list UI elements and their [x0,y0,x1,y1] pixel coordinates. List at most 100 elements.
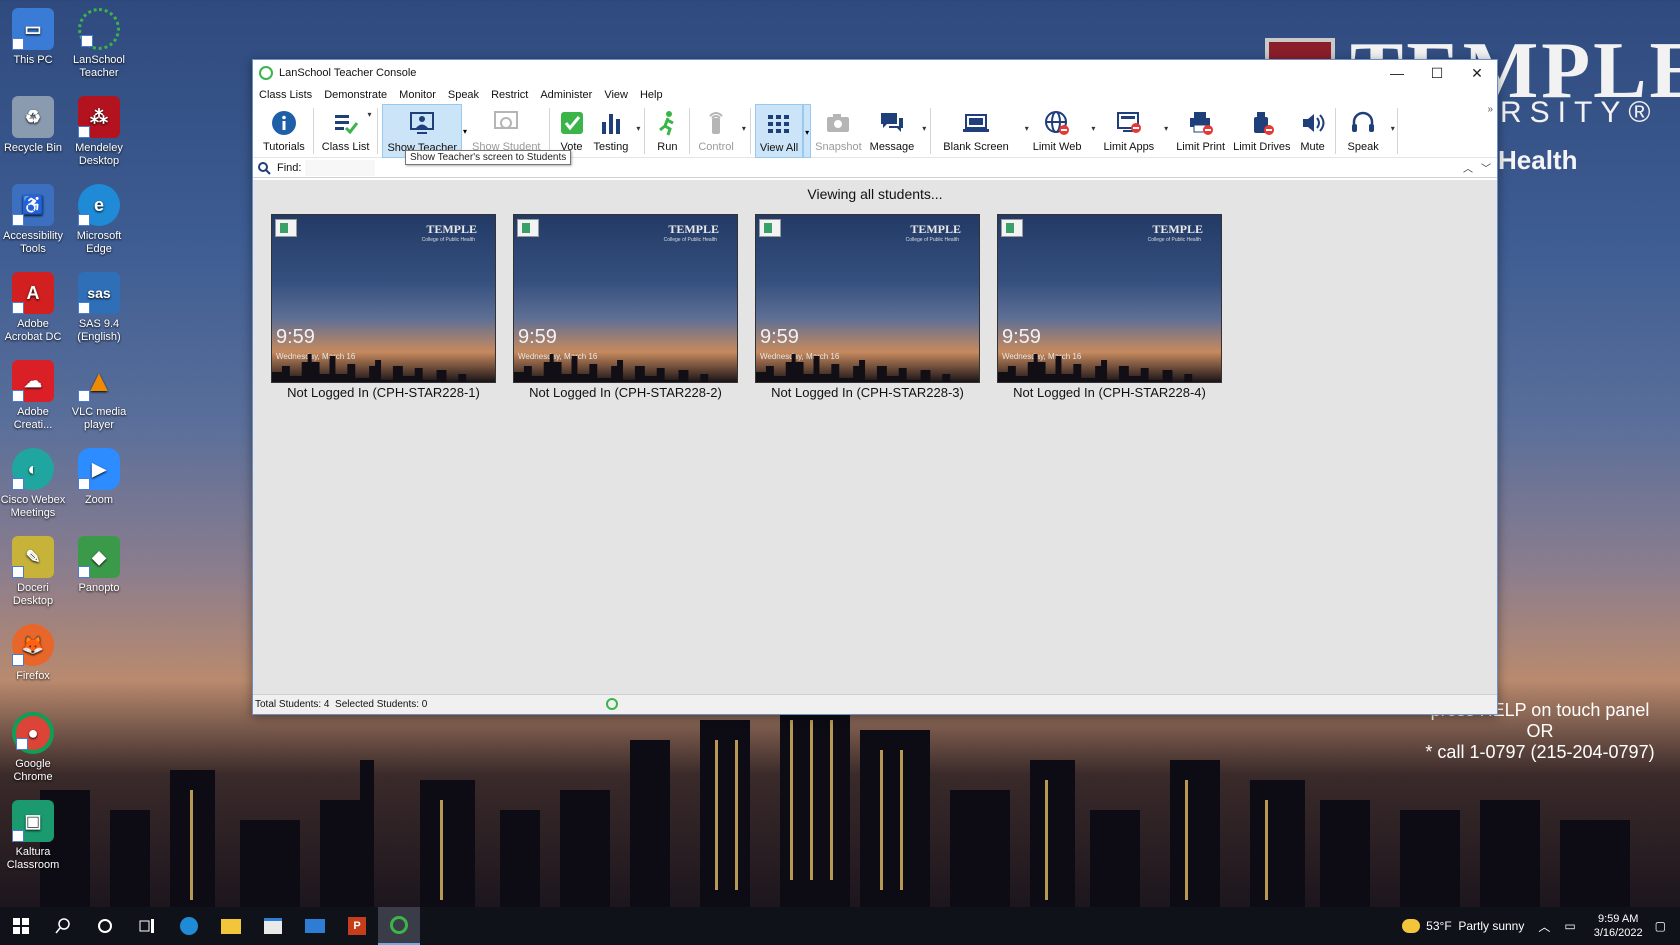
class-list-button[interactable]: Class List ▾ [318,104,374,158]
thumbnail-logo: TEMPLE [426,222,477,236]
chevron-down-icon[interactable]: ▾ [1091,124,1095,133]
start-button[interactable] [0,907,42,945]
student-screen-preview[interactable]: TEMPLE College of Public Health 9:59 Wed… [997,214,1222,383]
minimize-button[interactable]: — [1377,60,1417,86]
desktop-icon-firefox[interactable]: 🦊 Firefox [0,624,69,683]
view-all-button[interactable]: View All [754,104,804,158]
student-screen-preview[interactable]: TEMPLE College of Public Health 9:59 Wed… [513,214,738,383]
desktop-icon-recycle-bin[interactable]: ♻ Recycle Bin [0,96,69,155]
speak-button[interactable]: Speak ▾ [1340,104,1395,158]
thumbnail-time: 9:59 [760,326,799,348]
window-titlebar[interactable]: LanSchool Teacher Console — ☐ ✕ [253,60,1497,86]
menu-monitor[interactable]: Monitor [399,89,436,101]
student-thumbnail[interactable]: TEMPLE College of Public Health 9:59 Wed… [513,214,738,400]
chevron-down-icon[interactable]: ▾ [636,124,640,133]
student-screen-preview[interactable]: TEMPLE College of Public Health 9:59 Wed… [271,214,496,383]
network-icon[interactable]: ▭ [1564,919,1575,933]
taskbar-edge[interactable] [168,907,210,945]
weather-widget[interactable]: 53°F Partly sunny [1402,919,1524,933]
student-thumbnail[interactable]: TEMPLE College of Public Health 9:59 Wed… [997,214,1222,400]
desktop-icon-lanschool-teacher[interactable]: LanSchool Teacher [63,8,135,80]
desktop-icon-microsoft-edge[interactable]: e Microsoft Edge [63,184,135,256]
desktop-icon-label: LanSchool Teacher [73,54,125,79]
task-view-button[interactable] [126,907,168,945]
status-text: Total Students: 4 Selected Students: 0 [255,699,428,710]
chevron-down-icon[interactable]: ﹀ [1481,160,1491,175]
lanschool-status-icon [606,698,618,710]
store-bag-icon [264,918,282,934]
limit-apps-button[interactable]: Limit Apps ▾ [1099,104,1168,158]
desktop-icon-doceri[interactable]: ✎ Doceri Desktop [0,536,69,608]
chevron-down-icon: ▾ [805,128,810,137]
taskbar-file-explorer[interactable] [210,907,252,945]
toolbar-overflow-button[interactable]: » [1487,104,1493,115]
student-name: Not Logged In (CPH-STAR228-3) [771,385,964,400]
desktop-icon-mendeley[interactable]: ⁂ Mendeley Desktop [63,96,135,168]
menu-help[interactable]: Help [640,89,663,101]
menu-demonstrate[interactable]: Demonstrate [324,89,387,101]
taskbar-mail[interactable] [294,907,336,945]
viewing-status-text: Viewing all students... [807,186,943,202]
close-button[interactable]: ✕ [1457,60,1497,86]
maximize-button[interactable]: ☐ [1417,60,1457,86]
taskbar-lanschool[interactable] [378,907,420,945]
desktop-icon-adobe-acrobat[interactable]: A Adobe Acrobat DC [0,272,69,344]
notifications-icon[interactable]: ▢ [1655,919,1666,933]
taskbar-powerpoint[interactable]: P [336,907,378,945]
limit-drives-button[interactable]: Limit Drives [1229,104,1294,158]
student-screen-preview[interactable]: TEMPLE College of Public Health 9:59 Wed… [755,214,980,383]
desktop-icon-label: Accessibility Tools [3,230,63,255]
wallpaper-skyline [40,700,1630,910]
firefox-icon: 🦊 [12,624,54,666]
desktop-icon-panopto[interactable]: ◆ Panopto [63,536,135,595]
desktop-icon-sas[interactable]: sas SAS 9.4 (English) [63,272,135,344]
chevron-up-icon[interactable]: ︿ [1463,160,1473,175]
taskbar-store[interactable] [252,907,294,945]
speak-label: Speak [1347,141,1379,153]
chevron-up-icon[interactable]: ︿ [1538,918,1550,935]
testing-button[interactable]: Testing ▾ [590,104,640,158]
menu-class-lists[interactable]: Class Lists [259,89,312,101]
menu-view[interactable]: View [604,89,628,101]
mute-label: Mute [1300,141,1325,153]
control-button[interactable]: Control ▾ [694,104,746,158]
blank-screen-button[interactable]: Blank Screen ▾ [935,104,1029,158]
desktop-icon-vlc[interactable]: ▲ VLC media player [63,360,135,432]
chevron-down-icon[interactable]: ▾ [367,110,371,119]
menu-speak[interactable]: Speak [448,89,479,101]
student-thumbnail[interactable]: TEMPLE College of Public Health 9:59 Wed… [271,214,496,400]
tutorials-button[interactable]: Tutorials [259,104,309,158]
search-button[interactable] [42,907,84,945]
menu-administer[interactable]: Administer [540,89,592,101]
clock[interactable]: 9:59 AM 3/16/2022 [1594,912,1643,940]
cortana-button[interactable] [84,907,126,945]
desktop-icon-zoom[interactable]: ▶ Zoom [63,448,135,507]
chevron-down-icon[interactable]: ▾ [1391,124,1395,133]
message-button[interactable]: Message ▾ [866,104,926,158]
snapshot-button[interactable]: Snapshot [811,104,865,158]
desktop-icon-this-pc[interactable]: ▭ This PC [0,8,69,67]
desktop-icon-accessibility-tools[interactable]: ♿ Accessibility Tools [0,184,69,256]
find-input[interactable] [305,159,376,176]
desktop-icon-cisco-webex[interactable]: ◐ Cisco Webex Meetings [0,448,69,520]
view-all-dropdown[interactable]: ▾ [803,104,812,158]
toolbar-separator [548,108,550,154]
student-thumbnail[interactable]: TEMPLE College of Public Health 9:59 Wed… [755,214,980,400]
limit-print-button[interactable]: Limit Print [1172,104,1229,158]
chrome-icon: ● [12,712,54,754]
chevron-down-icon[interactable]: ▾ [742,124,746,133]
desktop-icon-google-chrome[interactable]: ● Google Chrome [0,712,69,784]
desktop-icon-kaltura[interactable]: ▣ Kaltura Classroom [0,800,69,872]
weather-text: 53°F Partly sunny [1426,919,1525,933]
desktop-icon-adobe-creative-cloud[interactable]: ☁ Adobe Creati... [0,360,69,432]
task-view-icon [139,919,154,933]
mute-button[interactable]: Mute [1295,104,1331,158]
run-button[interactable]: Run [649,104,685,158]
menu-restrict[interactable]: Restrict [491,89,528,101]
show-teacher-tooltip: Show Teacher's screen to Students [405,150,572,165]
partly-sunny-icon [1402,919,1421,933]
mail-icon [305,919,325,933]
chevron-down-icon[interactable]: ▾ [922,124,926,133]
limit-web-button[interactable]: Limit Web ▾ [1029,104,1095,158]
chevron-down-icon[interactable]: ▾ [1164,124,1168,133]
